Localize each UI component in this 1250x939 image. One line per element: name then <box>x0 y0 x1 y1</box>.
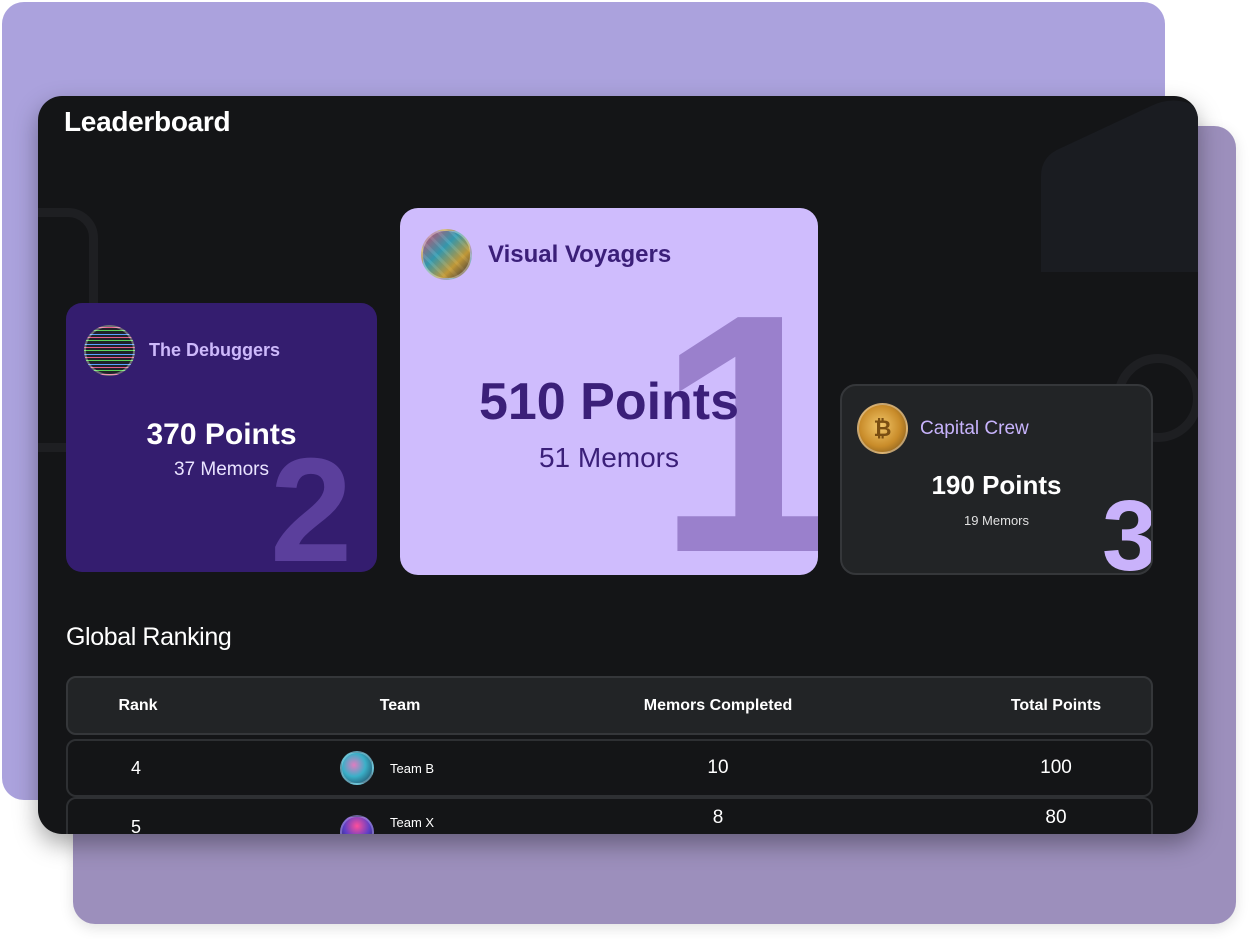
row-team-name: Team B <box>390 760 435 776</box>
page-title: Leaderboard <box>64 106 231 137</box>
column-header-points[interactable]: Total Points <box>956 678 1156 733</box>
section-title: Global Ranking <box>66 623 232 651</box>
row-team: Team X <box>340 799 540 834</box>
team-avatar <box>340 751 374 785</box>
team-memors: 37 Memors <box>173 459 270 480</box>
row-points: 100 <box>1040 757 1072 778</box>
row-team-name: Team X <box>390 815 435 830</box>
leaderboard-panel: Leaderboard 2 The Debuggers 370 Points 3… <box>38 96 1198 834</box>
team-avatar <box>340 815 374 834</box>
podium-card-first[interactable]: 1 Visual Voyagers 510 Points 51 Memors <box>400 208 818 575</box>
table-row[interactable]: 5 Team X 8 80 <box>66 797 1153 834</box>
table-header: Rank Team Memors Completed Total Points <box>66 676 1153 735</box>
team-avatar <box>84 325 135 376</box>
team-memors: 51 Memors <box>538 442 680 473</box>
team-name: Capital Crew <box>920 417 1029 439</box>
team-points: 190 Points <box>931 470 1062 500</box>
team-points: 510 Points <box>478 373 740 431</box>
podium-card-second[interactable]: 2 The Debuggers 370 Points 37 Memors <box>66 303 377 572</box>
card-header: Visual Voyagers <box>421 229 671 280</box>
decorative-shape <box>1041 100 1198 272</box>
team-memors: 19 Memors <box>963 513 1030 528</box>
podium-card-third[interactable]: 3 ₿ Capital Crew 190 Points 19 Memors <box>840 384 1153 575</box>
card-header: The Debuggers <box>84 325 280 376</box>
column-header-memors[interactable]: Memors Completed <box>588 678 848 733</box>
row-rank: 4 <box>130 757 141 778</box>
team-name: Visual Voyagers <box>488 240 672 268</box>
row-points: 80 <box>1045 807 1067 828</box>
bitcoin-icon: ₿ <box>857 403 908 454</box>
row-memors: 8 <box>712 807 724 828</box>
column-header-rank[interactable]: Rank <box>108 678 168 733</box>
team-avatar <box>421 229 472 280</box>
team-points: 370 Points <box>146 418 297 451</box>
card-header: ₿ Capital Crew <box>857 403 1029 454</box>
row-memors: 10 <box>707 757 729 778</box>
ranking-table: Rank Team Memors Completed Total Points … <box>66 676 1153 834</box>
column-header-team[interactable]: Team <box>300 678 500 733</box>
team-name: The Debuggers <box>149 340 281 360</box>
table-row[interactable]: 4 Team B 10 100 <box>66 739 1153 797</box>
row-rank: 5 <box>130 817 141 834</box>
rank-number: 2 <box>270 428 353 573</box>
row-team: Team B <box>340 741 540 795</box>
